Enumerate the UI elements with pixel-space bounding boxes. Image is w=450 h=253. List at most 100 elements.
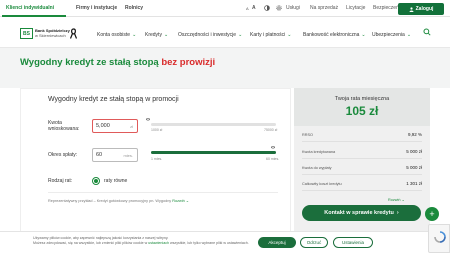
period-slider-handle-icon[interactable]: ‹› bbox=[271, 145, 275, 151]
summary-row-label: Kwota do wypłaty bbox=[302, 165, 332, 170]
representative-example: Reprezentatywny przykład – Kredyt gotówk… bbox=[48, 198, 189, 203]
cookie-text-line2: Możesz zdecydować, się na wszystkie, lub… bbox=[33, 240, 149, 245]
bank-name-line2: w Skierniewicach bbox=[35, 32, 66, 38]
amount-min-label: 1000 zł bbox=[151, 128, 163, 132]
hero-band bbox=[0, 48, 450, 88]
installments-label: Rodzaj rat: bbox=[48, 178, 73, 184]
search-icon[interactable] bbox=[423, 28, 431, 36]
user-icon bbox=[409, 6, 414, 12]
summary-row-label: Kwota kredytowana bbox=[302, 149, 336, 154]
installments-option-label: raty równe bbox=[104, 178, 128, 184]
contact-loan-button[interactable]: Kontakt w sprawie kredytu › bbox=[302, 205, 421, 221]
segment-tab-individual[interactable]: Klienci indywidualni bbox=[6, 5, 54, 11]
nav-karty[interactable]: Karty i płatności ⌄ bbox=[250, 32, 292, 38]
chevron-down-icon: ⌄ bbox=[238, 32, 243, 38]
main-nav: BS Bank Spółdzielczy w Skierniewicach Ko… bbox=[0, 18, 450, 48]
cookie-settings-button[interactable]: Ustawienia bbox=[333, 237, 373, 248]
nav-ubezpieczenia[interactable]: Ubezpieczenia ⌄ bbox=[372, 32, 411, 38]
segment-tab-business[interactable]: Firmy i instytucje bbox=[76, 5, 117, 11]
nav-ubezpieczenia-label: Ubezpieczenia bbox=[372, 32, 405, 38]
period-label: Okres spłaty: bbox=[48, 152, 78, 158]
summary-row-label: RRSO bbox=[302, 132, 313, 137]
active-segment-underline bbox=[2, 15, 66, 17]
cookie-reject-button[interactable]: Odrzuć bbox=[300, 237, 328, 248]
page-title-accent: bez prowizji bbox=[161, 57, 216, 68]
link-licytacje[interactable]: Licytacje bbox=[346, 5, 365, 11]
segment-tab-farmers[interactable]: Rolnicy bbox=[125, 5, 143, 11]
amount-label: Kwota wnioskowana: bbox=[48, 120, 79, 132]
monthly-rate-title: Twoja rata miesięczna bbox=[334, 96, 390, 102]
chevron-down-icon: ⌄ bbox=[406, 32, 412, 38]
summary-row-value: 5 000 zł bbox=[406, 165, 422, 170]
representative-example-expand-link[interactable]: Rozwiń bbox=[172, 199, 184, 203]
period-min-label: 1 mies. bbox=[151, 157, 163, 161]
floating-plus-button[interactable]: + bbox=[425, 207, 439, 221]
nav-oszczednosci-label: Oszczędności i inwestycje bbox=[178, 32, 237, 38]
period-max-label: 60 mies. bbox=[266, 157, 280, 161]
cookie-text: Używamy plików cookie, aby zapewnić najl… bbox=[33, 236, 258, 246]
summary-row: Kwota do wypłaty 5 000 zł bbox=[302, 161, 422, 175]
link-na-sprzedaz[interactable]: Na sprzedaż bbox=[310, 5, 338, 11]
monthly-rate-value: 105 zł bbox=[345, 104, 379, 118]
nav-bankowosc[interactable]: Bankowość elektroniczna ⌄ bbox=[303, 32, 366, 38]
amount-value: 5,000 bbox=[96, 123, 110, 129]
chevron-down-icon: ⌄ bbox=[400, 198, 405, 202]
contact-loan-label: Kontakt w sprawie kredytu bbox=[324, 210, 394, 216]
page-title: Wygodny kredyt ze stałą stopą bez prowiz… bbox=[20, 57, 215, 68]
amount-slider-handle-icon[interactable]: ‹› bbox=[146, 117, 150, 123]
cookie-settings-link[interactable]: ustawieniach bbox=[148, 241, 169, 245]
font-decrease-button[interactable]: A bbox=[246, 6, 249, 11]
cookie-accept-button[interactable]: Akceptuj bbox=[258, 237, 296, 248]
summary-row: Całkowity koszt kredytu 1 301 zł bbox=[302, 177, 422, 191]
bank-logo[interactable]: BS bbox=[20, 28, 33, 39]
summary-row: Kwota kredytowana 5 000 zł bbox=[302, 145, 422, 159]
recaptcha-badge[interactable] bbox=[428, 224, 450, 253]
radio-selected-dot bbox=[94, 179, 98, 183]
amount-unit: zł bbox=[130, 123, 133, 129]
nav-konta-osobiste[interactable]: Konta osobiste ⌄ bbox=[97, 32, 136, 38]
representative-example-text: Reprezentatywny przykład – Kredyt gotówk… bbox=[48, 199, 173, 203]
summary-row: RRSO 9,92 % bbox=[302, 128, 422, 142]
login-button[interactable]: Zaloguj bbox=[398, 3, 444, 15]
nav-kredyty[interactable]: Kredyty ⌄ bbox=[145, 32, 168, 38]
period-unit: mies. bbox=[123, 152, 133, 158]
summary-row-value: 5 000 zł bbox=[406, 149, 422, 154]
nav-oszczednosci[interactable]: Oszczędności i inwestycje ⌄ bbox=[178, 32, 242, 38]
bank-name: Bank Spółdzielczy w Skierniewicach bbox=[35, 28, 70, 38]
recaptcha-icon bbox=[434, 231, 446, 243]
link-uslugi[interactable]: Usługi bbox=[286, 5, 300, 11]
chevron-down-icon: ⌄ bbox=[361, 32, 366, 38]
summary-row-label: Całkowity koszt kredytu bbox=[302, 181, 342, 186]
nav-konta-osobiste-label: Konta osobiste bbox=[97, 32, 131, 38]
cookie-text-line1: Używamy plików cookie, aby zapewnić najl… bbox=[33, 236, 169, 240]
period-slider-track[interactable] bbox=[151, 151, 276, 154]
nav-bankowosc-label: Bankowość elektroniczna bbox=[303, 32, 360, 38]
amount-slider-track[interactable] bbox=[151, 123, 276, 126]
amount-label-line2: wnioskowana: bbox=[48, 126, 80, 132]
period-value: 60 bbox=[96, 152, 103, 158]
summary-row-value: 1 301 zł bbox=[406, 181, 422, 186]
calculator-divider bbox=[48, 192, 278, 193]
period-input[interactable]: 60 mies. bbox=[92, 148, 138, 162]
chevron-down-icon: ⌄ bbox=[132, 32, 137, 38]
amount-max-label: 75000 zł bbox=[264, 128, 278, 132]
nav-karty-label: Karty i płatności bbox=[250, 32, 286, 38]
summary-row-value: 9,92 % bbox=[407, 132, 422, 137]
chevron-down-icon: ⌄ bbox=[163, 32, 169, 38]
chevron-down-icon: ⌄ bbox=[287, 32, 292, 38]
amount-input[interactable]: 5,000 zł bbox=[92, 119, 138, 133]
installments-radio[interactable] bbox=[92, 177, 100, 185]
summary-expand-label: Rozwiń bbox=[388, 198, 401, 202]
calculator-title: Wygodny kredyt ze stałą stopą w promocji bbox=[48, 96, 179, 103]
chevron-down-icon: ⌄ bbox=[184, 199, 189, 203]
login-label: Zaloguj bbox=[415, 6, 434, 12]
contrast-icon[interactable] bbox=[264, 5, 270, 13]
settings-icon[interactable] bbox=[276, 5, 282, 13]
summary-expand-link[interactable]: Rozwiń ⌄ bbox=[388, 197, 405, 202]
period-slider-fill bbox=[151, 151, 276, 154]
font-increase-button[interactable]: A bbox=[252, 5, 256, 11]
nav-kredyty-label: Kredyty bbox=[145, 32, 162, 38]
arrow-right-icon: › bbox=[396, 210, 399, 216]
mourning-ribbon-icon bbox=[70, 28, 77, 39]
top-bar: Klienci indywidualni Firmy i instytucje … bbox=[0, 0, 450, 17]
